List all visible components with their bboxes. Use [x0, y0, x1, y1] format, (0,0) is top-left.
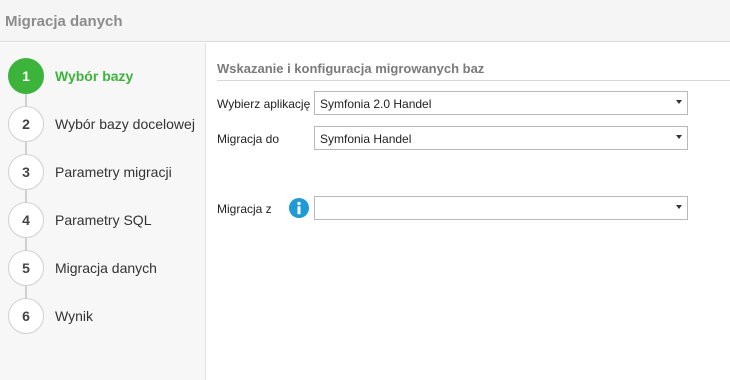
section-title: Wskazanie i konfiguracja migrowanych baz	[217, 61, 485, 76]
step-label: Parametry SQL	[55, 212, 152, 228]
section-divider	[217, 80, 730, 81]
window-header: Migracja danych	[0, 0, 730, 42]
wizard-steps: 1 Wybór bazy 2 Wybór bazy docelowej 3 Pa…	[0, 43, 206, 380]
step-label: Wybór bazy	[55, 68, 134, 84]
step-number-badge: 1	[8, 58, 44, 94]
chevron-down-icon	[676, 135, 682, 139]
info-icon[interactable]	[289, 198, 309, 218]
step-migration-parameters[interactable]: 3 Parametry migracji	[8, 154, 204, 190]
step-label: Wynik	[55, 308, 93, 324]
application-select-value: Symfonia 2.0 Handel	[320, 97, 432, 111]
application-select[interactable]: Symfonia 2.0 Handel	[314, 91, 688, 115]
step-label: Parametry migracji	[55, 164, 172, 180]
step-label: Migracja danych	[55, 260, 157, 276]
migration-from-select[interactable]	[314, 196, 688, 220]
step-number-badge: 4	[8, 202, 44, 238]
step-data-migration[interactable]: 5 Migracja danych	[8, 250, 204, 286]
migration-to-select-value: Symfonia Handel	[320, 132, 412, 146]
step-label: Wybór bazy docelowej	[55, 116, 195, 132]
step-target-database[interactable]: 2 Wybór bazy docelowej	[8, 106, 204, 142]
migration-from-label: Migracja z	[217, 202, 272, 216]
chevron-down-icon	[676, 205, 682, 209]
step-number-badge: 2	[8, 106, 44, 142]
application-label: Wybierz aplikację	[217, 97, 311, 111]
chevron-down-icon	[676, 100, 682, 104]
step-number-badge: 3	[8, 154, 44, 190]
step-number-badge: 5	[8, 250, 44, 286]
migration-to-select[interactable]: Symfonia Handel	[314, 126, 688, 150]
step-result[interactable]: 6 Wynik	[8, 298, 204, 334]
step-choose-database[interactable]: 1 Wybór bazy	[8, 58, 204, 94]
main-panel: Wskazanie i konfiguracja migrowanych baz…	[207, 43, 730, 380]
step-sql-parameters[interactable]: 4 Parametry SQL	[8, 202, 204, 238]
step-number-badge: 6	[8, 298, 44, 334]
migration-to-label: Migracja do	[217, 132, 280, 146]
window-title: Migracja danych	[5, 13, 123, 30]
